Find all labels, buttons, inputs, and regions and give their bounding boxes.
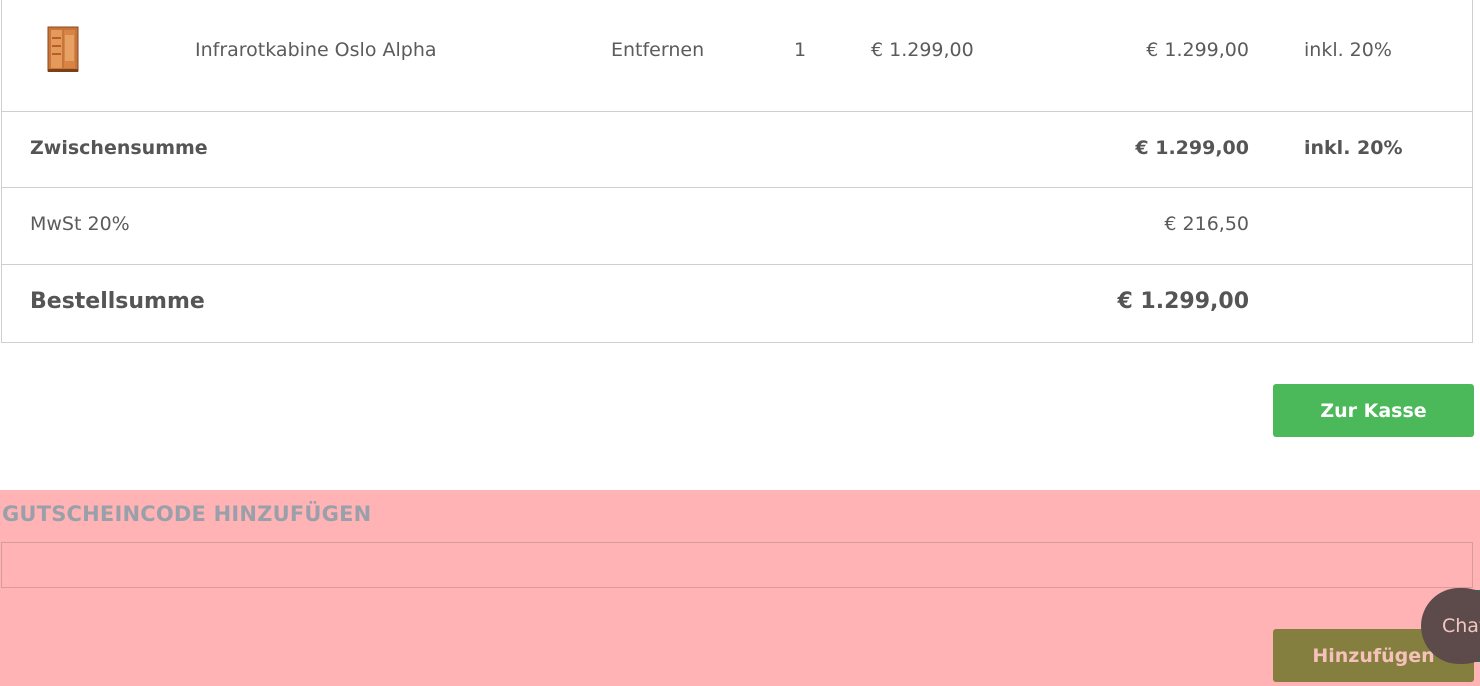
order-total-value: € 1.299,00 xyxy=(1117,289,1249,314)
product-name[interactable]: Infrarotkabine Oslo Alpha xyxy=(195,39,437,61)
chat-label: Chat xyxy=(1442,615,1480,637)
sauna-product-image[interactable] xyxy=(42,23,84,75)
unit-price: € 1.299,00 xyxy=(871,39,974,61)
line-total: € 1.299,00 xyxy=(1146,39,1249,61)
quantity[interactable]: 1 xyxy=(794,39,806,61)
cart-table: Infrarotkabine Oslo Alpha Entfernen 1 € … xyxy=(1,0,1473,343)
subtotal-label: Zwischensumme xyxy=(30,137,208,159)
vat-row: MwSt 20% € 216,50 xyxy=(2,187,1472,265)
subtotal-value: € 1.299,00 xyxy=(1135,137,1249,159)
subtotal-row: Zwischensumme € 1.299,00 inkl. 20% xyxy=(2,111,1472,188)
line-tax: inkl. 20% xyxy=(1304,39,1392,61)
subtotal-tax: inkl. 20% xyxy=(1304,137,1403,159)
order-total-row: Bestellsumme € 1.299,00 xyxy=(2,264,1472,342)
coupon-section: GUTSCHEINCODE HINZUFÜGEN Hinzufügen xyxy=(0,490,1480,686)
vat-label: MwSt 20% xyxy=(30,213,130,235)
cart-item-row: Infrarotkabine Oslo Alpha Entfernen 1 € … xyxy=(2,0,1472,112)
coupon-title: GUTSCHEINCODE HINZUFÜGEN xyxy=(2,502,372,526)
remove-link[interactable]: Entfernen xyxy=(611,39,704,61)
checkout-button[interactable]: Zur Kasse xyxy=(1273,384,1474,437)
coupon-code-input[interactable] xyxy=(1,542,1473,588)
order-total-label: Bestellsumme xyxy=(30,289,205,314)
vat-value: € 216,50 xyxy=(1164,213,1249,235)
